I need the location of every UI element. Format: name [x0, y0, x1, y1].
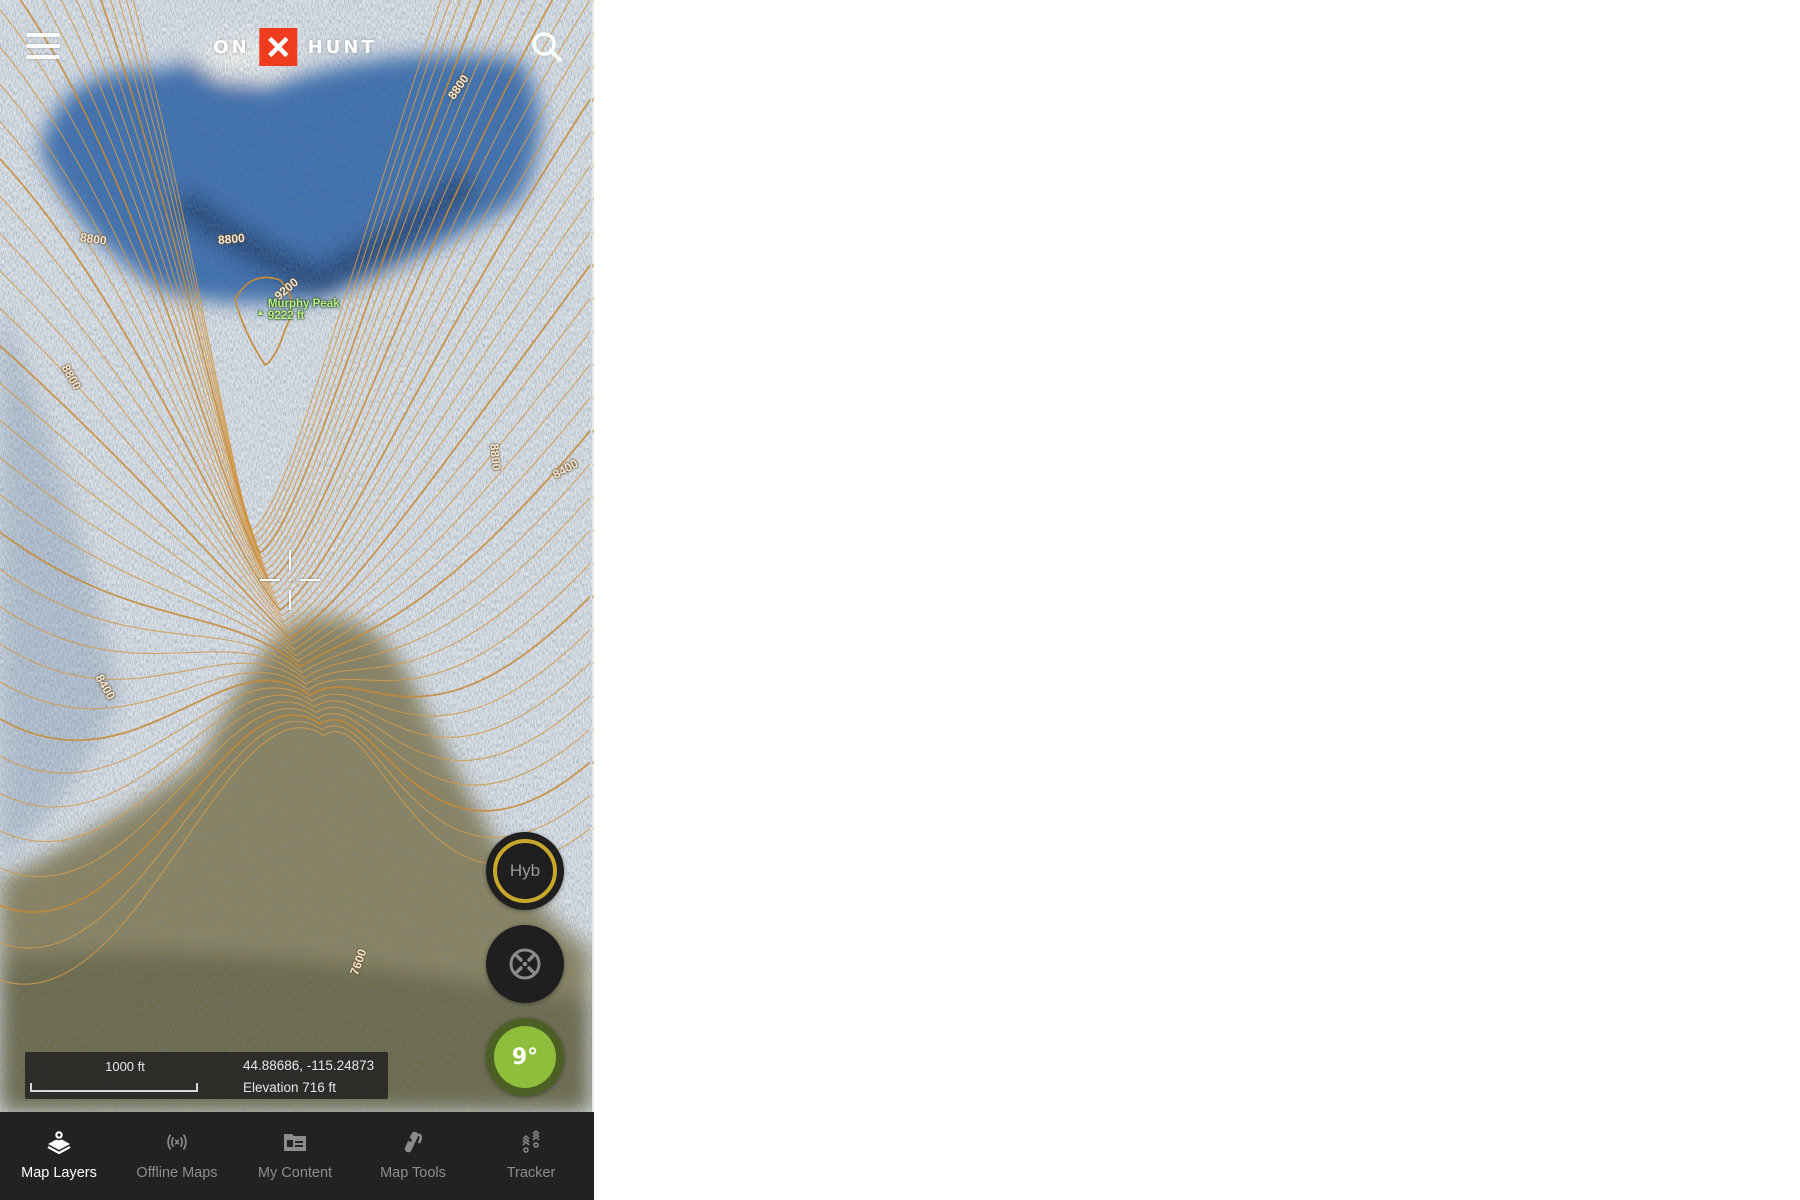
map-tools-icon: [399, 1128, 427, 1156]
contour-label: 8800: [217, 230, 246, 248]
comparison-stage: 88008800880092008400840086007600 ▲ Murph…: [0, 0, 1800, 1200]
nav-my-content[interactable]: My Content: [236, 1112, 354, 1200]
peak-triangle-icon: ▲: [256, 307, 265, 317]
search-icon[interactable]: [530, 30, 564, 64]
contour-label: 8800: [487, 443, 504, 471]
nav-label: Map Layers: [21, 1165, 97, 1181]
locate-button[interactable]: [486, 925, 564, 1003]
layer-button-label: Hyb: [509, 861, 541, 880]
logo-on: ON: [213, 36, 250, 58]
coordinates-readout: 44.88686, -115.24873: [243, 1058, 375, 1073]
nav-label: Offline Maps: [136, 1165, 218, 1181]
bottom-nav: Map Layers Offline Maps My Content: [0, 1112, 590, 1200]
locate-icon: [509, 948, 541, 980]
temperature-value: 9°: [494, 1026, 556, 1088]
top-bar: ON HUNT: [0, 0, 590, 95]
nav-tracker[interactable]: Tracker: [472, 1112, 590, 1200]
nav-label: Tracker: [506, 1165, 556, 1181]
phone-screen-hyb: 8800 8800 8800 9200 8800 8800 8400 8400 7600 ▲ M…: [0, 0, 590, 1200]
temperature-button[interactable]: 9°: [486, 1018, 564, 1096]
logo-x-icon: [259, 28, 298, 66]
logo-hunt: HUNT: [307, 36, 377, 58]
nav-map-layers[interactable]: Map Layers: [0, 1112, 118, 1200]
peak-name: Murphy Peak: [267, 298, 340, 310]
peak-elevation: 9222 ft: [267, 310, 305, 322]
menu-icon[interactable]: [26, 33, 60, 61]
crosshair-icon: [258, 548, 322, 612]
scale-label: 1000 ft: [105, 1059, 145, 1074]
nav-map-tools[interactable]: Map Tools: [354, 1112, 472, 1200]
nav-label: Map Tools: [380, 1165, 446, 1181]
peak-label[interactable]: ▲ Murphy Peak 9222 ft: [256, 298, 340, 322]
elevation-readout: Elevation 716 ft: [243, 1080, 337, 1095]
nav-label: My Content: [257, 1165, 333, 1181]
offline-maps-icon: [163, 1128, 191, 1156]
onx-hunt-logo: ON HUNT: [213, 28, 376, 66]
tracker-icon: [517, 1128, 545, 1156]
map-info-box: 1000 ft 44.88686, -115.24873 Elevation 7…: [25, 1052, 388, 1099]
scale-bar: [30, 1083, 198, 1092]
map-layer-button[interactable]: Hyb: [486, 832, 564, 910]
map-layers-icon: [45, 1128, 73, 1156]
nav-offline-maps[interactable]: Offline Maps: [118, 1112, 236, 1200]
my-content-icon: [281, 1128, 309, 1156]
